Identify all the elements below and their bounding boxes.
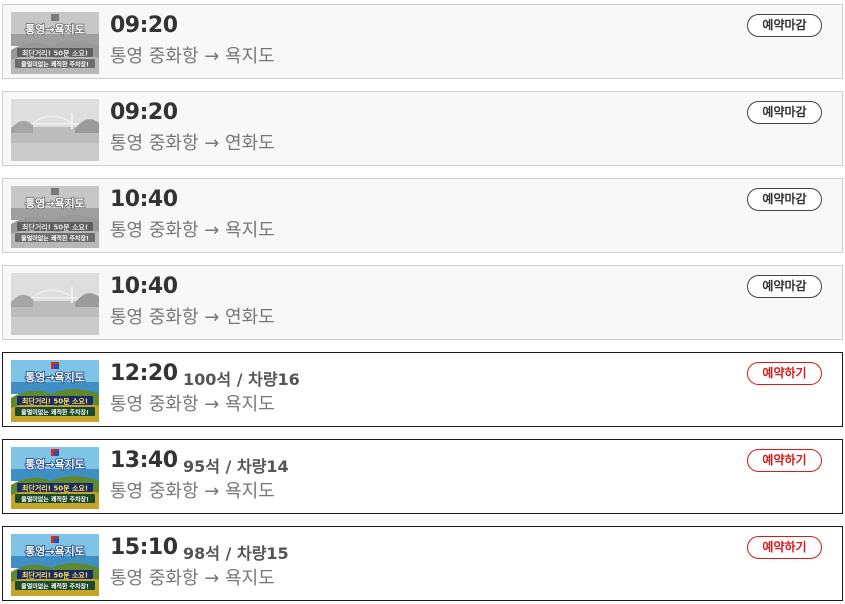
poster-title: 통영→욕지도 — [25, 370, 85, 384]
island-photo-image — [11, 273, 99, 335]
seat-vehicle-availability: 95석 / 차량14 — [183, 457, 289, 476]
schedule-card: 통영→욕지도최단거리! 50분 소요! 물멀미없는 쾌적한 주차장! 12:20 10… — [2, 352, 843, 427]
poster-title: 통영→욕지도 — [25, 457, 85, 471]
departure-time: 10:40 — [110, 187, 178, 212]
reservation-closed-button[interactable]: 예약마감 — [747, 188, 822, 211]
schedule-card: 09:20 통영 중화항 → 연화도 예약마감 — [2, 91, 843, 166]
route-poster-image: 통영→욕지도최단거리! 50분 소요! 물멀미없는 쾌적한 주차장! — [11, 360, 99, 422]
schedule-card: 통영→욕지도최단거리! 50분 소요! 물멀미없는 쾌적한 주차장! 13:40 95… — [2, 439, 843, 514]
route-label: 통영 중화항 → 욕지도 — [110, 394, 275, 415]
schedule-card: 10:40 통영 중화항 → 연화도 예약마감 — [2, 265, 843, 340]
poster-title: 통영→욕지도 — [25, 544, 85, 558]
poster-line-1: 최단거리! 50분 소요! — [22, 484, 88, 493]
schedule-card: 통영→욕지도최단거리! 50분 소요! 물멀미없는 쾌적한 주차장! 15:10 98… — [2, 526, 843, 601]
reservation-closed-button[interactable]: 예약마감 — [747, 101, 822, 124]
departure-time: 09:20 — [110, 13, 178, 38]
island-photo-image — [11, 99, 99, 161]
route-label: 통영 중화항 → 욕지도 — [110, 568, 275, 589]
route-label: 통영 중화항 → 욕지도 — [110, 220, 275, 241]
route-label: 통영 중화항 → 욕지도 — [110, 481, 275, 502]
seat-vehicle-availability: 98석 / 차량15 — [183, 544, 289, 563]
poster-line-1: 최단거리! 50분 소요! — [22, 397, 88, 406]
departure-time: 13:40 — [110, 448, 178, 473]
poster-title: 통영→욕지도 — [25, 196, 85, 210]
schedule-card: 통영→욕지도최단거리! 50분 소요! 물멀미없는 쾌적한 주차장! 10:40 통영… — [2, 178, 843, 253]
poster-line-2: 물멀미없는 쾌적한 주차장! — [21, 583, 89, 591]
poster-line-2: 물멀미없는 쾌적한 주차장! — [21, 409, 89, 417]
route-poster-image: 통영→욕지도최단거리! 50분 소요! 물멀미없는 쾌적한 주차장! — [11, 12, 99, 74]
poster-title: 통영→욕지도 — [25, 22, 85, 36]
departure-time: 10:40 — [110, 274, 178, 299]
reservation-closed-button[interactable]: 예약마감 — [747, 14, 822, 37]
reservation-closed-button[interactable]: 예약마감 — [747, 275, 822, 298]
route-poster-image: 통영→욕지도최단거리! 50분 소요! 물멀미없는 쾌적한 주차장! — [11, 186, 99, 248]
route-poster-image: 통영→욕지도최단거리! 50분 소요! 물멀미없는 쾌적한 주차장! — [11, 447, 99, 509]
poster-line-2: 물멀미없는 쾌적한 주차장! — [21, 496, 89, 504]
poster-line-1: 최단거리! 50분 소요! — [22, 49, 88, 58]
departure-time: 15:10 — [110, 535, 178, 560]
reserve-button[interactable]: 예약하기 — [747, 449, 822, 472]
seat-vehicle-availability: 100석 / 차량16 — [183, 370, 300, 389]
reserve-button[interactable]: 예약하기 — [747, 536, 822, 559]
departure-time: 09:20 — [110, 100, 178, 125]
poster-line-2: 물멀미없는 쾌적한 주차장! — [21, 235, 89, 243]
poster-line-1: 최단거리! 50분 소요! — [22, 223, 88, 232]
route-label: 통영 중화항 → 연화도 — [110, 133, 275, 154]
ferry-schedule-list: 통영→욕지도 최단거리! 50분 소요! 물멀미없는 쾌적한 주차장! 09:20 통영… — [0, 0, 845, 604]
route-poster-image: 통영→욕지도최단거리! 50분 소요! 물멀미없는 쾌적한 주차장! — [11, 534, 99, 596]
poster-line-2: 물멀미없는 쾌적한 주차장! — [21, 61, 89, 69]
reserve-button[interactable]: 예약하기 — [747, 362, 822, 385]
route-label: 통영 중화항 → 욕지도 — [110, 46, 275, 67]
poster-line-1: 최단거리! 50분 소요! — [22, 571, 88, 580]
departure-time: 12:20 — [110, 361, 178, 386]
schedule-card: 통영→욕지도최단거리! 50분 소요! 물멀미없는 쾌적한 주차장! 09:20 통영… — [2, 4, 843, 79]
route-label: 통영 중화항 → 연화도 — [110, 307, 275, 328]
